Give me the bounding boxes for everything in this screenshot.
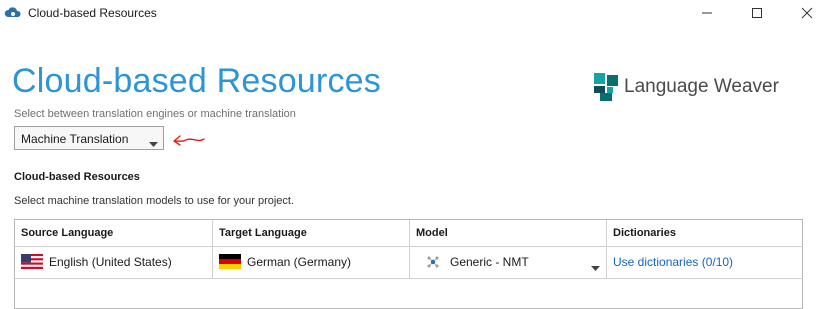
model-cell[interactable]: Generic - NMT xyxy=(410,246,607,278)
column-header-model[interactable]: Model xyxy=(410,220,607,246)
source-language-value: English (United States) xyxy=(49,255,172,269)
chevron-down-icon xyxy=(149,135,158,153)
cloud-app-icon xyxy=(4,5,22,21)
de-flag-icon xyxy=(219,254,241,269)
model-value: Generic - NMT xyxy=(450,255,529,269)
table-row[interactable]: English (United States) German (Germany) xyxy=(15,246,802,279)
column-header-label: Target Language xyxy=(219,227,307,239)
target-language-value: German (Germany) xyxy=(247,255,352,269)
column-header-label: Dictionaries xyxy=(613,227,676,239)
source-language-cell: English (United States) xyxy=(15,246,213,278)
column-header-dictionaries[interactable]: Dictionaries xyxy=(607,220,802,246)
minimize-button[interactable] xyxy=(684,0,730,26)
window-title: Cloud-based Resources xyxy=(28,6,157,20)
column-header-label: Model xyxy=(416,227,448,239)
chevron-down-icon xyxy=(591,259,600,277)
column-header-target-language[interactable]: Target Language xyxy=(213,220,410,246)
network-icon xyxy=(426,255,440,269)
red-arrow-annotation-icon xyxy=(172,134,206,153)
column-header-label: Source Language xyxy=(21,227,114,239)
resources-grid: Source Language Target Language Model Di… xyxy=(14,219,803,309)
resources-description: Select machine translation models to use… xyxy=(14,195,295,207)
brand-name: Language Weaver xyxy=(624,76,779,97)
grid-header: Source Language Target Language Model Di… xyxy=(15,220,802,247)
engine-selected-value: Machine Translation xyxy=(21,132,129,146)
dictionaries-cell: Use dictionaries (0/10) xyxy=(607,246,802,278)
maximize-button[interactable] xyxy=(734,0,780,26)
close-button[interactable] xyxy=(784,0,820,26)
column-header-source-language[interactable]: Source Language xyxy=(15,220,213,246)
target-language-cell: German (Germany) xyxy=(213,246,410,278)
window-titlebar: Cloud-based Resources xyxy=(0,0,820,26)
engine-dropdown[interactable]: Machine Translation xyxy=(14,126,164,150)
engine-instruction: Select between translation engines or ma… xyxy=(14,108,296,120)
close-icon xyxy=(801,7,813,19)
use-dictionaries-link[interactable]: Use dictionaries (0/10) xyxy=(613,255,733,269)
language-weaver-logo-icon xyxy=(594,73,620,101)
page-title: Cloud-based Resources xyxy=(12,62,381,100)
minimize-icon xyxy=(702,12,712,14)
maximize-icon xyxy=(752,8,762,18)
us-flag-icon xyxy=(21,254,43,269)
resources-heading: Cloud-based Resources xyxy=(14,171,140,183)
